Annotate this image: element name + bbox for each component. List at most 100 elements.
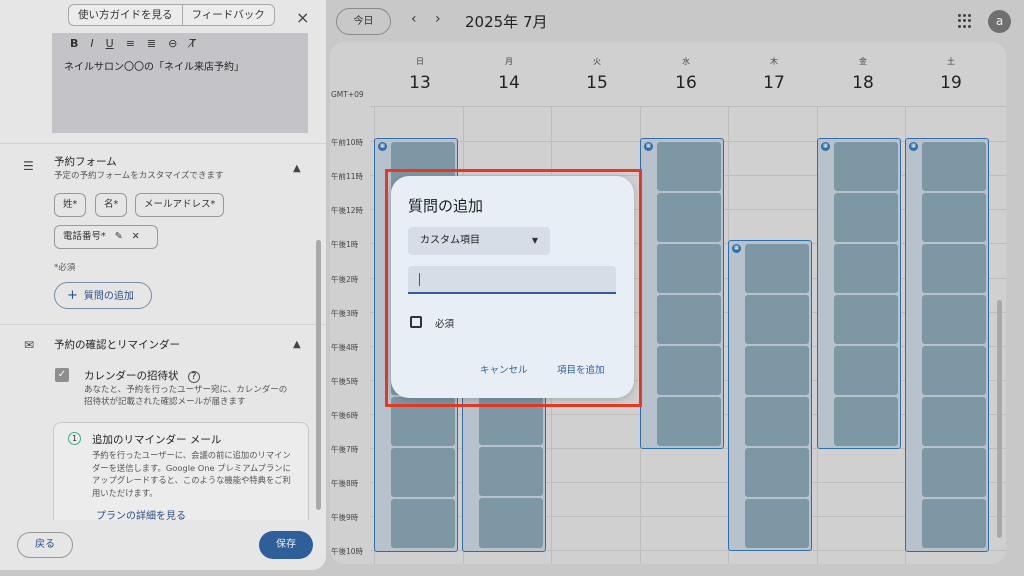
bold-icon[interactable]: B bbox=[70, 37, 78, 50]
time-slot[interactable] bbox=[834, 142, 898, 191]
time-slot[interactable] bbox=[834, 193, 898, 242]
time-slot[interactable] bbox=[745, 448, 809, 497]
booking-settings-panel: 使い方ガイドを見る フィードバック × B I U ≡ ≣ ⊖ T̸ ネイルサロ… bbox=[0, 0, 326, 570]
underline-icon[interactable]: U bbox=[106, 37, 114, 50]
italic-icon[interactable]: I bbox=[90, 37, 93, 50]
time-slot[interactable] bbox=[745, 244, 809, 293]
time-slot[interactable] bbox=[391, 499, 455, 548]
link-icon[interactable]: ⊖ bbox=[168, 37, 177, 50]
add-question-button[interactable]: + 質問の追加 bbox=[54, 282, 152, 309]
avatar[interactable]: a bbox=[988, 10, 1011, 33]
availability-block-fri[interactable]: ▦ bbox=[817, 138, 901, 449]
time-slot[interactable] bbox=[834, 244, 898, 293]
field-chip-email[interactable]: メールアドレス* bbox=[135, 193, 225, 217]
day-date: 15 bbox=[586, 73, 608, 93]
panel-footer: 戻る 保存 bbox=[0, 520, 326, 570]
time-slot[interactable] bbox=[657, 295, 721, 344]
plus-icon: + bbox=[67, 288, 78, 303]
day-header-sat[interactable]: 土 19 bbox=[907, 56, 995, 93]
time-slot[interactable] bbox=[657, 193, 721, 242]
availability-block-mon[interactable] bbox=[462, 392, 546, 552]
time-slot[interactable] bbox=[657, 397, 721, 446]
cancel-button[interactable]: キャンセル bbox=[480, 362, 528, 376]
time-slot[interactable] bbox=[657, 346, 721, 395]
day-date: 17 bbox=[763, 73, 785, 93]
time-slot[interactable] bbox=[657, 244, 721, 293]
time-slot[interactable] bbox=[745, 295, 809, 344]
text-cursor bbox=[419, 273, 420, 286]
required-checkbox[interactable] bbox=[410, 316, 422, 328]
time-slot[interactable] bbox=[922, 142, 986, 191]
question-input[interactable] bbox=[408, 266, 616, 294]
time-slot[interactable] bbox=[745, 397, 809, 446]
close-icon[interactable]: × bbox=[296, 10, 309, 26]
chevron-up-icon[interactable]: ▲ bbox=[293, 163, 301, 174]
chevron-left-icon[interactable]: ‹ bbox=[411, 11, 417, 27]
availability-block-sat[interactable]: ▦ bbox=[905, 138, 989, 552]
time-slot[interactable] bbox=[922, 244, 986, 293]
time-slot[interactable] bbox=[745, 346, 809, 395]
day-header-thu[interactable]: 木 17 bbox=[730, 56, 818, 93]
calendar-icon: ▦ bbox=[644, 142, 653, 151]
day-header-wed[interactable]: 水 16 bbox=[642, 56, 730, 93]
field-chip-phone[interactable]: 電話番号* ✎ ✕ bbox=[54, 225, 158, 249]
add-item-button[interactable]: 項目を追加 bbox=[557, 362, 605, 376]
panel-scrollbar[interactable] bbox=[316, 240, 321, 510]
field-chip-first-name[interactable]: 名* bbox=[95, 193, 128, 217]
time-slot[interactable] bbox=[922, 499, 986, 548]
time-slot[interactable] bbox=[834, 346, 898, 395]
clear-format-icon[interactable]: T̸ bbox=[189, 37, 196, 50]
availability-block-thu[interactable]: ▦ bbox=[728, 240, 812, 551]
time-slot[interactable] bbox=[391, 448, 455, 497]
reminder-card: 1 追加のリマインダー メール 予約を行ったユーザーに、会議の前に追加のリマイン… bbox=[53, 422, 309, 534]
remove-icon[interactable]: ✕ bbox=[132, 231, 140, 242]
bulleted-list-icon[interactable]: ≣ bbox=[147, 37, 156, 50]
booking-form-title: 予約フォーム bbox=[54, 156, 117, 168]
dialog-title: 質問の追加 bbox=[408, 197, 484, 215]
field-chip-last-name[interactable]: 姓* bbox=[54, 193, 87, 217]
time-slot[interactable] bbox=[922, 346, 986, 395]
divider bbox=[0, 324, 326, 325]
chip-label: 電話番号* bbox=[63, 231, 106, 242]
chevron-up-icon[interactable]: ▲ bbox=[293, 339, 301, 350]
availability-block-wed[interactable]: ▦ bbox=[640, 138, 724, 449]
day-header-fri[interactable]: 金 18 bbox=[819, 56, 907, 93]
grid-line bbox=[370, 106, 1006, 107]
today-button[interactable]: 今日 bbox=[336, 8, 391, 35]
calendar-icon: ▦ bbox=[821, 142, 830, 151]
time-slot[interactable] bbox=[922, 397, 986, 446]
time-slot[interactable] bbox=[922, 295, 986, 344]
invite-title-text: カレンダーの招待状 bbox=[84, 370, 179, 382]
numbered-list-icon[interactable]: ≡ bbox=[126, 37, 135, 50]
time-label: 午後7時 bbox=[331, 445, 359, 454]
calendar-scrollbar[interactable] bbox=[997, 300, 1002, 538]
time-slot[interactable] bbox=[657, 142, 721, 191]
day-header-sun[interactable]: 日 13 bbox=[376, 56, 464, 93]
description-editor[interactable]: B I U ≡ ≣ ⊖ T̸ ネイルサロン〇〇の「ネイル来店予約」 bbox=[52, 33, 308, 133]
feedback-link[interactable]: フィードバック bbox=[181, 5, 274, 25]
apps-grid-icon[interactable] bbox=[958, 14, 972, 28]
editor-toolbar: B I U ≡ ≣ ⊖ T̸ bbox=[52, 33, 308, 51]
editor-text[interactable]: ネイルサロン〇〇の「ネイル来店予約」 bbox=[52, 51, 308, 73]
help-icon[interactable]: ? bbox=[187, 371, 200, 383]
question-type-select[interactable]: カスタム項目 ▼ bbox=[408, 227, 550, 255]
time-slot[interactable] bbox=[834, 397, 898, 446]
day-name: 土 bbox=[947, 57, 955, 66]
time-slot[interactable] bbox=[922, 193, 986, 242]
time-slot[interactable] bbox=[745, 499, 809, 548]
edit-icon[interactable]: ✎ bbox=[115, 231, 123, 242]
time-label: 午後12時 bbox=[331, 206, 364, 215]
day-header-tue[interactable]: 火 15 bbox=[553, 56, 641, 93]
time-slot[interactable] bbox=[479, 447, 543, 496]
save-button[interactable]: 保存 bbox=[259, 531, 313, 559]
time-slot[interactable] bbox=[922, 448, 986, 497]
invite-checkbox[interactable]: ✓ bbox=[55, 368, 69, 382]
guide-link[interactable]: 使い方ガイドを見る bbox=[69, 5, 182, 25]
time-slot[interactable] bbox=[479, 498, 543, 548]
mail-icon: ✉ bbox=[24, 338, 35, 352]
chevron-right-icon[interactable]: › bbox=[435, 11, 441, 27]
back-button[interactable]: 戻る bbox=[17, 532, 73, 558]
day-header-mon[interactable]: 月 14 bbox=[465, 56, 553, 93]
time-slot[interactable] bbox=[834, 295, 898, 344]
day-name: 火 bbox=[593, 57, 601, 66]
